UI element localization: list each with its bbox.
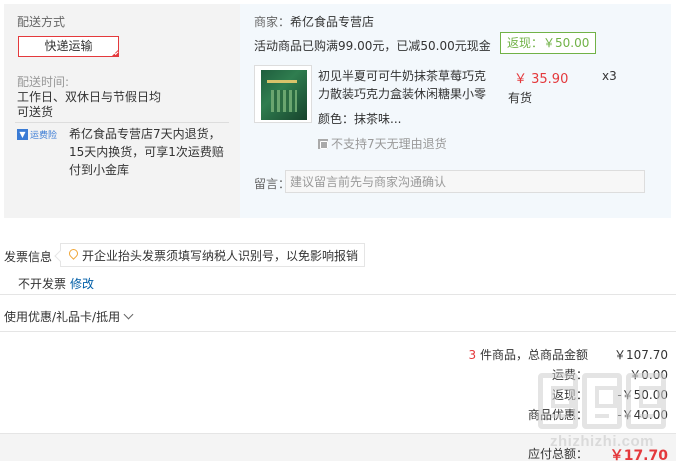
express-shipping-label: 快递运输 bbox=[44, 39, 93, 53]
coupon-label: 使用优惠/礼品卡/抵用 bbox=[4, 310, 121, 324]
invoice-type: 不开发票 bbox=[18, 277, 67, 291]
product-color: 颜色：抹茶味... bbox=[318, 112, 402, 126]
no-return-icon bbox=[318, 138, 328, 149]
stock-status: 有货 bbox=[508, 91, 533, 105]
invoice-tip: 开企业抬头发票须填写纳税人识别号，以免影响报销 bbox=[60, 243, 366, 267]
insurance-label: 运费险 bbox=[30, 131, 58, 141]
invoice-tip-text: 开企业抬头发票须填写纳税人识别号，以免影响报销 bbox=[82, 248, 359, 263]
product-price: ￥ 35.90 bbox=[514, 72, 569, 87]
invoice-edit-link[interactable]: 修改 bbox=[70, 275, 94, 292]
merchant-label: 商家： bbox=[254, 15, 291, 29]
insurance-icon: ▼ bbox=[17, 129, 28, 140]
divider bbox=[0, 294, 676, 295]
shipping-title: 配送方式 bbox=[17, 15, 66, 29]
return-policy-text: 希亿食品专营店7天内退货，15天内换货，可享1次运费赔付到小金库 bbox=[69, 127, 224, 177]
site-watermark: zhizhizhi.com bbox=[534, 373, 670, 461]
watermark-logo-icon bbox=[582, 373, 622, 429]
selected-check-icon bbox=[111, 49, 119, 57]
product-name[interactable]: 初见半夏可可牛奶抹茶草莓巧克力散装巧克力盒装休闲糖果小零 bbox=[318, 67, 490, 103]
express-shipping-button[interactable]: 快递运输 bbox=[18, 36, 119, 57]
divider bbox=[0, 331, 676, 332]
goods-total-value: ￥107.70 bbox=[614, 348, 668, 362]
coupon-toggle[interactable]: 使用优惠/礼品卡/抵用 bbox=[4, 308, 134, 325]
shipping-insurance-badge[interactable]: ▼ 运费险 bbox=[17, 128, 57, 141]
watermark-logo-icon bbox=[626, 373, 666, 429]
goods-total-label: 件商品，总商品金额 bbox=[476, 348, 588, 362]
invoice-title: 发票信息 bbox=[4, 250, 53, 264]
product-image[interactable] bbox=[254, 65, 312, 123]
watermark-text: zhizhizhi.com bbox=[550, 433, 654, 450]
rebate-badge: 返现：￥50.00 bbox=[500, 32, 597, 54]
order-block: 配送方式 快递运输 配送时间: 工作日、双休日与节假日均 可送货 ▼ 运费险 希… bbox=[4, 4, 671, 218]
location-pin-icon bbox=[69, 249, 78, 261]
chevron-down-icon bbox=[123, 309, 134, 320]
watermark-logo-icon bbox=[538, 373, 578, 429]
product-quantity: x3 bbox=[602, 69, 617, 83]
merchant-name[interactable]: 希亿食品专营店 bbox=[290, 15, 374, 29]
shipping-panel: 配送方式 快递运输 配送时间: 工作日、双休日与节假日均 可送货 ▼ 运费险 希… bbox=[4, 4, 236, 218]
summary-goods-total: 3 件商品，总商品金额 ￥107.70 bbox=[469, 346, 668, 363]
no-return-text: 不支持7天无理由退货 bbox=[331, 137, 447, 151]
no-return-notice: 不支持7天无理由退货 bbox=[318, 135, 447, 152]
delivery-time-line2: 可送货 bbox=[17, 105, 54, 119]
divider bbox=[15, 122, 229, 123]
message-input[interactable] bbox=[285, 170, 645, 193]
merchant-panel: 商家：希亿食品专营店 活动商品已购满99.00元，已减50.00元现金 返现：￥… bbox=[240, 4, 671, 218]
merchant-row: 商家：希亿食品专营店 bbox=[254, 13, 374, 30]
promo-text: 活动商品已购满99.00元，已减50.00元现金 bbox=[254, 39, 491, 53]
